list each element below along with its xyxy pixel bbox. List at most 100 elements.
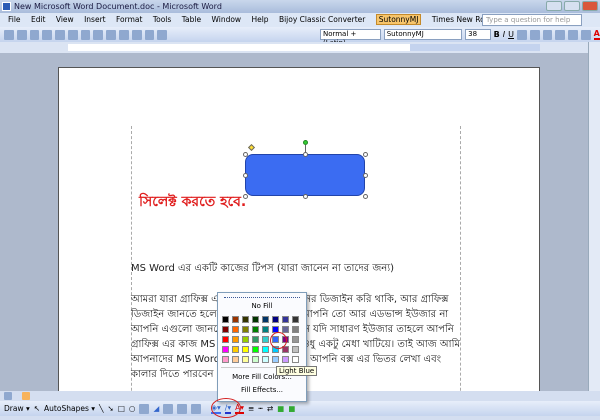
menu-view[interactable]: View xyxy=(56,15,74,24)
diagram-icon[interactable] xyxy=(163,403,174,414)
color-swatch[interactable] xyxy=(242,356,249,363)
resize-handle[interactable] xyxy=(303,194,308,199)
color-swatch[interactable] xyxy=(262,316,269,323)
resize-handle[interactable] xyxy=(243,152,248,157)
color-swatch[interactable] xyxy=(242,326,249,333)
permission-icon[interactable] xyxy=(42,29,53,40)
color-swatch[interactable] xyxy=(282,316,289,323)
color-swatch[interactable] xyxy=(242,346,249,353)
hyperlink-icon[interactable] xyxy=(144,29,155,40)
color-swatch[interactable] xyxy=(292,356,299,363)
color-swatch[interactable] xyxy=(262,326,269,333)
spelling-icon[interactable] xyxy=(80,29,91,40)
menu-table[interactable]: Table xyxy=(182,15,201,24)
resize-handle[interactable] xyxy=(363,173,368,178)
color-swatch[interactable] xyxy=(222,346,229,353)
print-icon[interactable] xyxy=(55,29,65,40)
color-swatch[interactable] xyxy=(252,356,259,363)
copy-icon[interactable] xyxy=(106,29,117,40)
minimize-button[interactable] xyxy=(546,1,562,11)
bold-icon[interactable]: B xyxy=(494,30,500,39)
close-button[interactable] xyxy=(582,1,598,11)
color-swatch[interactable] xyxy=(252,326,259,333)
fill-effects[interactable]: Fill Effects... xyxy=(218,386,306,394)
line-style-icon[interactable]: ≡ xyxy=(248,404,254,413)
color-swatch[interactable] xyxy=(232,316,239,323)
font-size-select[interactable]: 38 xyxy=(465,29,491,40)
color-swatch[interactable] xyxy=(242,316,249,323)
help-search-input[interactable]: Type a question for help xyxy=(482,14,582,26)
wordart-icon[interactable]: ◢ xyxy=(153,404,159,413)
numbering-icon[interactable] xyxy=(542,29,553,40)
normal-view-icon[interactable] xyxy=(4,392,12,400)
color-swatch[interactable] xyxy=(252,336,259,343)
center-icon[interactable] xyxy=(529,29,540,40)
ruler[interactable] xyxy=(0,42,588,53)
color-swatch[interactable] xyxy=(272,316,279,323)
select-objects-icon[interactable]: ↖ xyxy=(34,404,40,413)
resize-handle[interactable] xyxy=(363,194,368,199)
maximize-button[interactable] xyxy=(564,1,580,11)
textbox-icon[interactable] xyxy=(139,403,150,414)
draw-menu[interactable]: Draw ▾ xyxy=(4,404,30,413)
autoshapes-menu[interactable]: AutoShapes ▾ xyxy=(44,404,95,413)
color-swatch[interactable] xyxy=(292,326,299,333)
font-color-icon[interactable]: A xyxy=(593,29,600,40)
menu-edit[interactable]: Edit xyxy=(31,15,46,24)
border-icon[interactable] xyxy=(580,29,591,40)
menu-insert[interactable]: Insert xyxy=(84,15,106,24)
rectangle-icon[interactable]: □ xyxy=(118,404,125,413)
resize-handle[interactable] xyxy=(243,173,248,178)
color-swatch[interactable] xyxy=(252,346,259,353)
menu-tools[interactable]: Tools xyxy=(153,15,171,24)
color-swatch[interactable] xyxy=(282,326,289,333)
color-swatch[interactable] xyxy=(222,326,229,333)
align-left-icon[interactable] xyxy=(516,29,527,40)
color-swatch[interactable] xyxy=(232,326,239,333)
print-layout-icon[interactable] xyxy=(22,392,30,400)
undo-icon[interactable] xyxy=(131,29,142,40)
print-preview-icon[interactable] xyxy=(67,29,78,40)
color-swatch[interactable] xyxy=(282,356,289,363)
dash-style-icon[interactable]: ┅ xyxy=(258,404,263,413)
shadow-icon[interactable]: ■ xyxy=(277,404,284,413)
underline-icon[interactable]: U xyxy=(508,30,514,39)
cut-icon[interactable] xyxy=(93,29,104,40)
color-swatch[interactable] xyxy=(262,356,269,363)
new-icon[interactable] xyxy=(4,29,14,40)
color-swatch[interactable] xyxy=(222,316,229,323)
color-swatch[interactable] xyxy=(262,336,269,343)
paste-icon[interactable] xyxy=(119,29,129,40)
arrow-style-icon[interactable]: ⇄ xyxy=(267,404,273,413)
color-swatch[interactable] xyxy=(292,346,299,353)
menu-sutonny[interactable]: SutonnyMJ xyxy=(375,14,422,25)
color-swatch[interactable] xyxy=(292,336,299,343)
menu-bijoy[interactable]: Bijoy Classic Converter xyxy=(279,15,365,24)
menu-window[interactable]: Window xyxy=(211,15,241,24)
oval-icon[interactable]: ○ xyxy=(129,404,136,413)
font-select[interactable]: SutonnyMJ xyxy=(383,29,463,40)
color-swatch[interactable] xyxy=(232,346,239,353)
color-swatch[interactable] xyxy=(252,316,259,323)
clipart-icon[interactable] xyxy=(177,403,188,414)
color-swatch[interactable] xyxy=(222,336,229,343)
arrow-icon[interactable]: ➘ xyxy=(108,404,114,413)
menu-help[interactable]: Help xyxy=(251,15,268,24)
style-select[interactable]: Normal + (Latin) xyxy=(319,29,381,47)
color-swatch[interactable] xyxy=(232,356,239,363)
italic-icon[interactable]: I xyxy=(503,30,505,39)
indent-icon[interactable] xyxy=(568,29,578,40)
picture-icon[interactable] xyxy=(191,403,202,414)
color-swatch[interactable] xyxy=(242,336,249,343)
menu-format[interactable]: Format xyxy=(116,15,142,24)
color-swatch[interactable] xyxy=(262,346,269,353)
no-fill-option[interactable]: No Fill xyxy=(218,302,306,310)
bullets-icon[interactable] xyxy=(555,29,566,40)
color-swatch[interactable] xyxy=(292,316,299,323)
color-swatch[interactable] xyxy=(272,356,279,363)
menu-file[interactable]: File xyxy=(8,15,21,24)
color-swatch[interactable] xyxy=(232,336,239,343)
table-icon[interactable] xyxy=(157,29,168,40)
vertical-scrollbar[interactable] xyxy=(588,42,600,392)
save-icon[interactable] xyxy=(29,29,40,40)
